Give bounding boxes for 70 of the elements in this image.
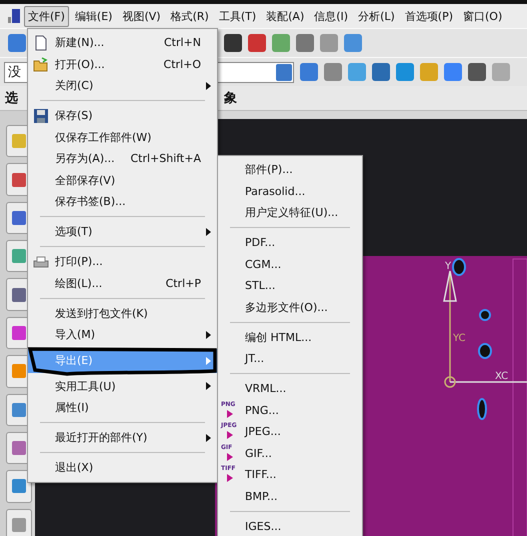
menu-item[interactable]: JT... xyxy=(218,348,362,370)
menu-item[interactable]: 打开(O)... Ctrl+O xyxy=(28,54,217,75)
menu-item[interactable]: 视图(V) xyxy=(118,6,165,26)
menu-item[interactable]: 多边形文件(O)... xyxy=(218,296,362,318)
menu-item[interactable]: 文件(F) xyxy=(24,6,69,26)
menu-item[interactable]: 关闭(C) xyxy=(28,75,217,96)
menu-item[interactable]: 用户定义特征(U)... xyxy=(218,202,362,224)
shortcut-label: Ctrl+N xyxy=(164,36,201,50)
tool-icon[interactable] xyxy=(300,63,318,81)
play-arrow-icon xyxy=(227,410,233,418)
shortcut-label: Ctrl+O xyxy=(164,58,201,71)
menu-item[interactable]: 保存(S) xyxy=(28,105,217,126)
shortcut-label: Ctrl+P xyxy=(166,276,201,290)
menu-item[interactable]: PDF... xyxy=(218,232,362,254)
side-tool-button[interactable] xyxy=(6,470,32,503)
selection-hint: 象 xyxy=(224,90,237,107)
menu-item[interactable]: 部件(P)... xyxy=(218,159,362,180)
menu-item[interactable]: 退出(X) xyxy=(28,457,217,478)
tool-icon[interactable] xyxy=(224,34,242,52)
tool-icon[interactable] xyxy=(8,34,26,52)
play-arrow-icon xyxy=(227,474,233,482)
menu-item[interactable]: 导入(M) xyxy=(28,324,217,346)
submenu-arrow-icon xyxy=(206,356,211,364)
play-arrow-icon xyxy=(227,431,233,439)
side-tool-button[interactable] xyxy=(6,508,32,536)
menu-item[interactable]: 装配(A) xyxy=(262,6,308,26)
menu-item[interactable]: 保存书签(B)... xyxy=(28,191,217,212)
play-arrow-icon xyxy=(227,452,233,460)
tool-icon[interactable] xyxy=(248,34,266,52)
tool-icon[interactable] xyxy=(372,63,390,81)
axis-label: YC xyxy=(453,333,466,344)
submenu-arrow-icon xyxy=(206,82,211,90)
submenu-arrow-icon xyxy=(206,434,211,442)
menu-item[interactable]: 全部保存(V) xyxy=(28,170,217,191)
menu-item[interactable]: 格式(R) xyxy=(166,6,213,26)
menu-item[interactable]: 另存为(A)... Ctrl+Shift+A xyxy=(28,148,217,170)
selection-label: 选 xyxy=(5,90,18,107)
menu-item[interactable]: 选项(T) xyxy=(28,221,217,242)
submenu-arrow-icon xyxy=(206,330,211,339)
menu-item[interactable]: CGM... xyxy=(218,254,362,275)
menu-item[interactable]: 编创 HTML... xyxy=(218,326,362,348)
axis-label: Y xyxy=(445,261,452,272)
folder-icon xyxy=(33,56,49,72)
app-logo-icon xyxy=(6,7,22,25)
menu-item[interactable]: 分析(L) xyxy=(354,6,399,26)
menu-item[interactable]: 窗口(O) xyxy=(459,6,506,26)
menu-item[interactable]: STL... xyxy=(218,275,362,296)
menu-item[interactable]: 信息(I) xyxy=(310,6,352,26)
new-document-icon xyxy=(33,35,49,51)
menu-item[interactable]: VRML... xyxy=(218,378,362,400)
printer-icon xyxy=(33,254,49,270)
menu-item[interactable]: 工具(T) xyxy=(214,6,260,26)
shortcut-label: Ctrl+Shift+A xyxy=(130,152,201,166)
menu-item[interactable]: 属性(I) xyxy=(28,397,217,418)
menu-item[interactable]: BMP... xyxy=(218,486,362,507)
menu-item[interactable]: 发送到打包文件(K) xyxy=(28,302,217,324)
menu-item[interactable]: 仅保存工作部件(W) xyxy=(28,126,217,148)
menu-item[interactable]: 打印(P)... xyxy=(28,251,217,272)
menu-item[interactable]: 绘图(L)... Ctrl+P xyxy=(28,272,217,294)
menu-item[interactable]: IGES... xyxy=(218,516,362,536)
menu-item[interactable]: 编辑(E) xyxy=(70,6,116,26)
menu-item[interactable]: 实用工具(U) xyxy=(28,376,217,397)
submenu-arrow-icon xyxy=(206,382,211,390)
tool-icon[interactable] xyxy=(296,34,314,52)
axis-label: XC xyxy=(495,371,508,382)
tool-icon[interactable] xyxy=(468,63,486,81)
menu-item[interactable]: Parasolid... xyxy=(218,180,362,202)
submenu-arrow-icon xyxy=(206,228,211,236)
menu-item[interactable]: 首选项(P) xyxy=(400,6,457,26)
menu-item[interactable]: 最近打开的部件(Y) xyxy=(28,427,217,448)
